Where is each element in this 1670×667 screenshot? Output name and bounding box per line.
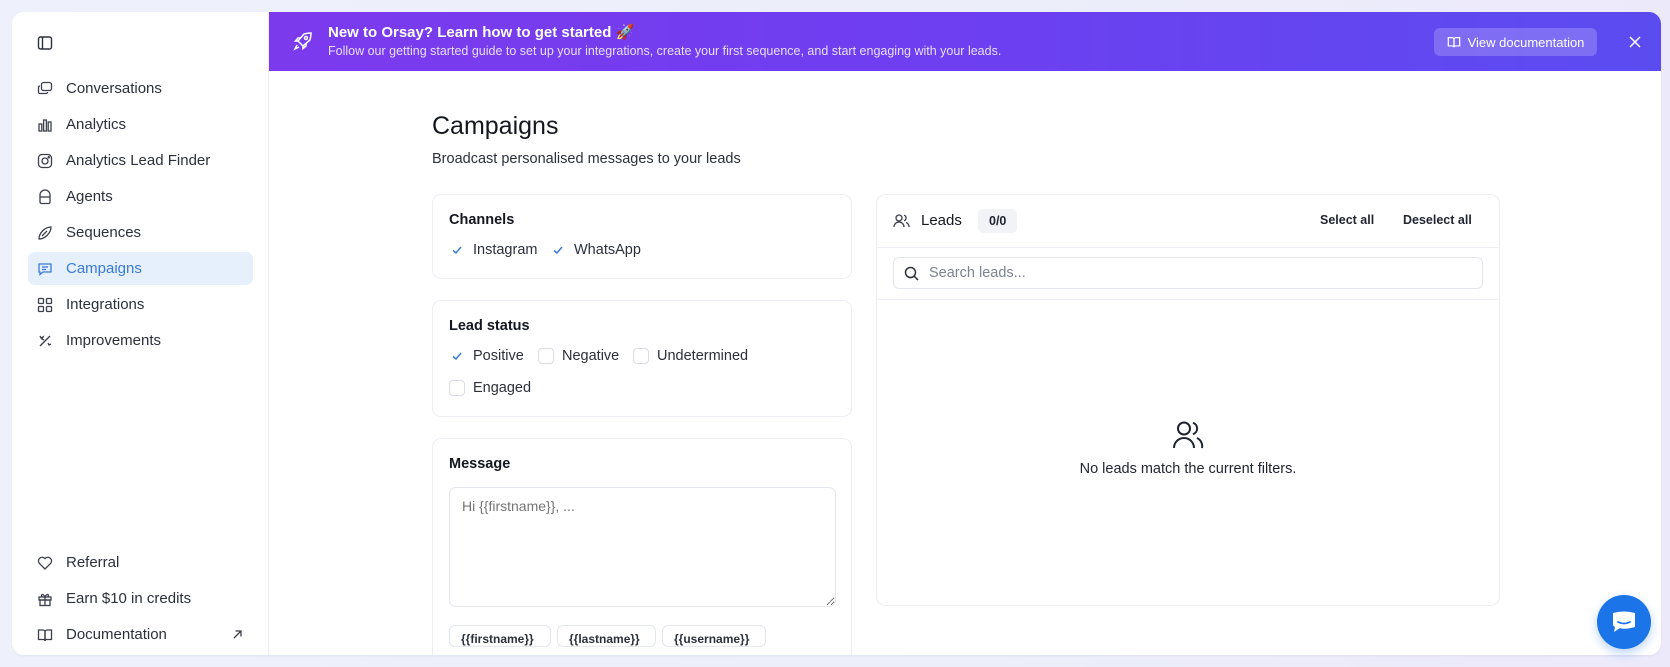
sidebar-item-label: Campaigns: [66, 260, 142, 277]
view-documentation-label: View documentation: [1467, 34, 1585, 50]
sidebar-item-agents[interactable]: Agents: [28, 180, 253, 213]
sidebar-item-label: Referral: [66, 554, 120, 571]
leads-empty-state: No leads match the current filters.: [877, 420, 1499, 477]
book-icon: [36, 626, 54, 644]
status-undetermined-checkbox[interactable]: Undetermined: [633, 348, 748, 364]
sidebar-nav: Conversations Analytics Analytics Lead F…: [28, 72, 253, 360]
rocket-icon: [293, 31, 313, 56]
page-title: Campaigns: [432, 112, 559, 140]
sidebar-item-analytics-lead-finder[interactable]: Analytics Lead Finder: [28, 144, 253, 177]
instagram-icon: [36, 152, 54, 170]
checkbox-box: [449, 380, 465, 396]
checkbox-label: Instagram: [473, 242, 538, 258]
variable-chip-username[interactable]: {{username}}: [662, 625, 766, 647]
checkmark-icon: [449, 348, 465, 364]
channel-instagram-checkbox[interactable]: Instagram: [449, 242, 537, 258]
chat-bubbles-icon: [36, 80, 54, 98]
external-link-icon: [232, 629, 243, 640]
sidebar-item-label: Agents: [66, 188, 113, 205]
variable-chip-firstname[interactable]: {{firstname}}: [449, 625, 551, 647]
megaphone-chat-icon: [36, 260, 54, 278]
search-icon: [904, 266, 919, 281]
channels-title: Channels: [449, 212, 515, 228]
sidebar-item-improvements[interactable]: Improvements: [28, 324, 253, 357]
sidebar-item-analytics[interactable]: Analytics: [28, 108, 253, 141]
sidebar-item-label: Documentation: [66, 626, 167, 643]
checkbox-label: Undetermined: [657, 348, 749, 364]
heart-icon: [36, 554, 54, 572]
checkbox-box: [633, 348, 649, 364]
select-all-button[interactable]: Select all: [1320, 213, 1374, 227]
sidebar-item-conversations[interactable]: Conversations: [28, 72, 253, 105]
message-title: Message: [449, 456, 511, 472]
sidebar-item-label: Sequences: [66, 224, 142, 241]
sidebar-item-label: Analytics: [66, 116, 127, 133]
checkbox-label: Positive: [473, 348, 524, 364]
sidebar-item-label: Analytics Lead Finder: [66, 152, 211, 169]
leads-header: Leads 0/0 Select all Deselect all: [877, 195, 1499, 248]
message-card: Message {{firstname}} {{lastname}} {{use…: [432, 438, 852, 655]
users-icon: [1172, 420, 1204, 450]
agent-icon: [36, 188, 54, 206]
sidebar-item-label: Conversations: [66, 80, 162, 97]
sidebar-item-label: Improvements: [66, 332, 162, 349]
sidebar-item-referral[interactable]: Referral: [28, 546, 253, 579]
wand-icon: [36, 332, 54, 350]
deselect-all-button[interactable]: Deselect all: [1403, 213, 1472, 227]
sidebar-item-label: Integrations: [66, 296, 145, 313]
sidebar-item-earn-credits[interactable]: Earn $10 in credits: [28, 582, 253, 615]
search-input[interactable]: [929, 265, 1469, 281]
status-positive-checkbox[interactable]: Positive: [449, 348, 524, 364]
lead-status-title: Lead status: [449, 318, 530, 334]
checkmark-icon: [550, 242, 566, 258]
sidebar-bottom-nav: Referral Earn $10 in credits Documentati…: [28, 546, 253, 654]
bar-chart-icon: [36, 116, 54, 134]
sidebar-item-campaigns[interactable]: Campaigns: [28, 252, 253, 285]
status-negative-checkbox[interactable]: Negative: [538, 348, 619, 364]
leads-count-badge: 0/0: [978, 209, 1018, 233]
leads-panel: Leads 0/0 Select all Deselect all No lea…: [876, 194, 1500, 606]
variable-chip-lastname[interactable]: {{lastname}}: [557, 625, 656, 647]
lead-status-card: Lead status Positive Negative Undetermin…: [432, 300, 852, 417]
channel-whatsapp-checkbox[interactable]: WhatsApp: [550, 242, 641, 258]
checkbox-label: Negative: [562, 348, 620, 364]
getting-started-banner: New to Orsay? Learn how to get started 🚀…: [269, 12, 1661, 71]
users-icon: [893, 213, 910, 234]
gift-icon: [36, 590, 54, 608]
sidebar-item-sequences[interactable]: Sequences: [28, 216, 253, 249]
chat-launcher-button[interactable]: [1597, 595, 1651, 649]
page-subtitle: Broadcast personalised messages to your …: [432, 151, 741, 167]
checkbox-box: [538, 348, 554, 364]
banner-subtitle: Follow our getting started guide to set …: [328, 44, 1002, 58]
checkbox-label: WhatsApp: [574, 242, 641, 258]
banner-title: New to Orsay? Learn how to get started 🚀: [328, 24, 635, 41]
sidebar-item-documentation[interactable]: Documentation: [28, 618, 253, 651]
leads-title: Leads: [921, 212, 962, 229]
view-documentation-button[interactable]: View documentation: [1434, 28, 1597, 56]
channels-card: Channels Instagram WhatsApp: [432, 194, 852, 279]
leads-search-box: [893, 257, 1483, 289]
sidebar-item-integrations[interactable]: Integrations: [28, 288, 253, 321]
leads-search-row: [877, 248, 1499, 300]
book-icon: [1447, 35, 1461, 49]
app-window: Conversations Analytics Analytics Lead F…: [12, 12, 1661, 655]
sidebar-toggle-icon[interactable]: [34, 32, 56, 54]
status-engaged-checkbox[interactable]: Engaged: [449, 380, 531, 396]
checkbox-label: Engaged: [473, 380, 532, 396]
chat-bubble-icon: [1610, 609, 1638, 635]
checkmark-icon: [449, 242, 465, 258]
message-textarea[interactable]: [449, 487, 836, 607]
grid-icon: [36, 296, 54, 314]
sidebar-item-label: Earn $10 in credits: [66, 590, 192, 607]
sidebar: Conversations Analytics Analytics Lead F…: [12, 12, 269, 655]
sequence-icon: [36, 224, 54, 242]
close-icon[interactable]: [1625, 32, 1645, 52]
empty-state-text: No leads match the current filters.: [1079, 461, 1297, 477]
